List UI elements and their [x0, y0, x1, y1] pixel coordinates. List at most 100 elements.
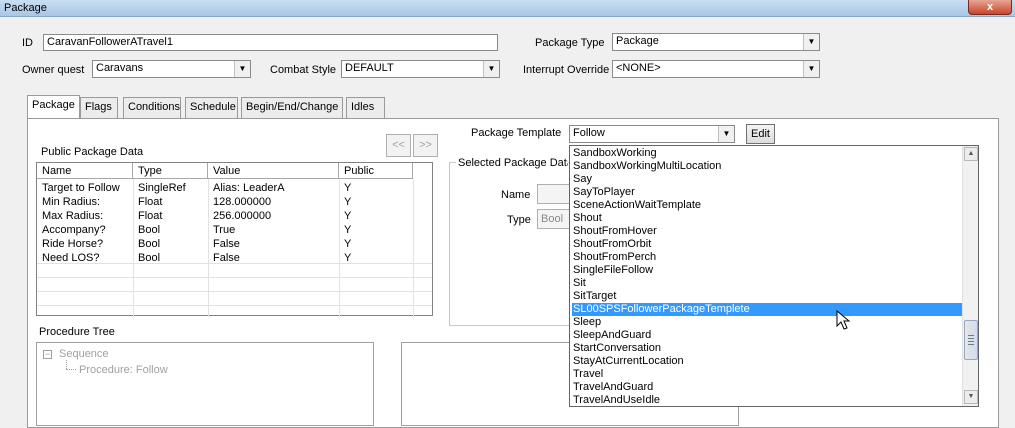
table-cell: 128.000000	[213, 196, 272, 208]
list-item[interactable]: SleepAndGuard	[572, 329, 962, 342]
previous-button[interactable]: <<	[386, 134, 411, 157]
grid-line	[37, 291, 432, 292]
scrollbar-thumb[interactable]	[964, 320, 978, 360]
type-label: Type	[507, 214, 531, 226]
table-cell: False	[213, 238, 240, 250]
table-cell: Y	[344, 252, 352, 264]
chevron-down-icon[interactable]: ▼	[718, 126, 734, 142]
table-cell: Min Radius:	[42, 196, 101, 208]
list-scrollbar[interactable]: ▲ ▼	[962, 146, 978, 406]
grip-line	[968, 344, 974, 345]
list-item[interactable]: SceneActionWaitTemplate	[572, 199, 962, 212]
tab-flags[interactable]: Flags	[80, 97, 118, 118]
next-button[interactable]: >>	[413, 134, 438, 157]
table-cell: Y	[344, 238, 352, 250]
list-item[interactable]: SingleFileFollow	[572, 264, 962, 277]
chevron-down-icon[interactable]: ▼	[483, 61, 499, 77]
table-cell: Ride Horse?	[42, 238, 104, 250]
combat-style-dropdown[interactable]: DEFAULT ▼	[341, 60, 500, 78]
scroll-down-icon[interactable]: ▼	[964, 390, 978, 404]
list-item[interactable]: SandboxWorking	[572, 147, 962, 160]
grip-line	[968, 335, 974, 336]
tab-begin-end-change[interactable]: Begin/End/Change	[241, 97, 343, 118]
package-template-list[interactable]: SandboxWorking SandboxWorkingMultiLocati…	[569, 145, 979, 407]
procedure-tree-label: Procedure Tree	[39, 326, 115, 338]
edit-button[interactable]: Edit	[746, 124, 775, 144]
list-item[interactable]: StayAtCurrentLocation	[572, 355, 962, 368]
tab-idles[interactable]: Idles	[346, 97, 385, 118]
window-title: Package	[4, 2, 47, 14]
package-template-dropdown[interactable]: Follow ▼	[569, 125, 735, 143]
chevron-down-icon[interactable]: ▼	[234, 61, 250, 77]
package-template-value: Follow	[573, 127, 605, 139]
list-item[interactable]: SayToPlayer	[572, 186, 962, 199]
list-item[interactable]: Sit	[572, 277, 962, 290]
interrupt-override-label: Interrupt Override	[523, 64, 610, 76]
list-item[interactable]: Shout	[572, 212, 962, 225]
tab-package[interactable]: Package	[27, 95, 80, 118]
tree-node-procedure[interactable]: Procedure: Follow	[79, 364, 168, 376]
table-cell: Need LOS?	[42, 252, 100, 264]
interrupt-override-value: <NONE>	[616, 62, 661, 74]
package-template-label: Package Template	[471, 127, 562, 139]
column-header-type[interactable]: Type	[133, 163, 208, 179]
tree-node-sequence[interactable]: Sequence	[59, 348, 109, 360]
grid-line	[37, 305, 432, 306]
list-item[interactable]: TravelAndGuard	[572, 381, 962, 394]
package-type-dropdown[interactable]: Package ▼	[612, 33, 820, 51]
table-cell: 256.000000	[213, 210, 272, 222]
list-item[interactable]: Say	[572, 173, 962, 186]
selected-package-data-label: Selected Package Data	[456, 157, 568, 169]
table-cell: Bool	[138, 224, 161, 236]
table-cell: Bool	[138, 238, 161, 250]
owner-quest-label: Owner quest	[22, 64, 85, 76]
close-button[interactable]: x	[968, 0, 1012, 15]
list-item[interactable]: ShoutFromOrbit	[572, 238, 962, 251]
column-header-public[interactable]: Public	[339, 163, 413, 179]
title-bar: Package x	[0, 0, 1015, 17]
public-package-data-table[interactable]: Name Type Value Public Target to Follow …	[36, 162, 433, 317]
package-type-label: Package Type	[535, 37, 605, 49]
owner-quest-dropdown[interactable]: Caravans ▼	[92, 60, 251, 78]
table-cell: Max Radius:	[42, 210, 104, 222]
table-cell: Y	[344, 224, 352, 236]
scroll-up-icon[interactable]: ▲	[964, 147, 978, 161]
table-cell: False	[213, 252, 240, 264]
tree-connector	[66, 360, 67, 369]
list-item[interactable]: StartConversation	[572, 342, 962, 355]
list-item[interactable]: ShoutFromHover	[572, 225, 962, 238]
table-cell: True	[213, 224, 236, 236]
interrupt-override-dropdown[interactable]: <NONE> ▼	[612, 60, 820, 78]
collapse-icon[interactable]: −	[43, 350, 52, 359]
column-header-name[interactable]: Name	[37, 163, 133, 179]
procedure-tree[interactable]: − Sequence Procedure: Follow	[36, 342, 374, 426]
list-item[interactable]: Travel	[572, 368, 962, 381]
list-item[interactable]: SandboxWorkingMultiLocation	[572, 160, 962, 173]
list-item-selected[interactable]: SL00SPSFollowerPackageTemplete	[572, 303, 962, 316]
tab-schedule[interactable]: Schedule	[185, 97, 238, 118]
mouse-cursor-icon	[836, 310, 851, 330]
chevron-down-icon[interactable]: ▼	[803, 34, 819, 50]
grid-line	[37, 277, 432, 278]
list-item[interactable]: SitTarget	[572, 290, 962, 303]
grip-line	[968, 338, 974, 339]
grip-line	[968, 341, 974, 342]
list-item[interactable]: Sleep	[572, 316, 962, 329]
chevron-down-icon[interactable]: ▼	[803, 61, 819, 77]
table-cell: Y	[344, 196, 352, 208]
id-label: ID	[22, 37, 33, 49]
table-cell: Target to Follow	[42, 182, 120, 194]
list-item[interactable]: ShoutFromPerch	[572, 251, 962, 264]
column-header-value[interactable]: Value	[208, 163, 339, 179]
owner-quest-value: Caravans	[96, 62, 144, 74]
id-input[interactable]: CaravanFollowerATravel1	[43, 34, 498, 51]
table-cell: Bool	[138, 252, 161, 264]
table-cell: Y	[344, 182, 352, 194]
tab-conditions[interactable]: Conditions	[123, 97, 181, 118]
table-cell: Float	[138, 196, 163, 208]
list-item[interactable]: TravelAndUseIdle	[572, 394, 962, 407]
name-label: Name	[501, 189, 531, 201]
grid-line	[413, 179, 414, 317]
table-cell: Alias: LeaderA	[213, 182, 285, 194]
public-package-data-label: Public Package Data	[41, 146, 144, 158]
